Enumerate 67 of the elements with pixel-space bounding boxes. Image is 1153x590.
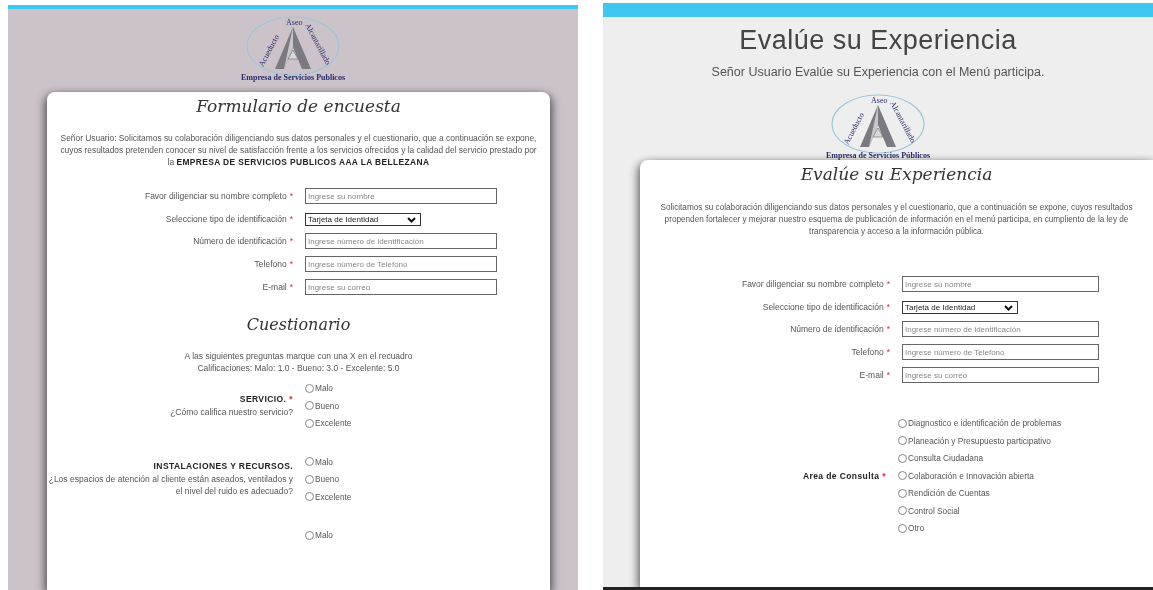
radio-button[interactable]: [898, 453, 907, 463]
field-label: Favor diligenciar su nombre completo *: [144, 191, 293, 201]
input-field[interactable]: Ingrese su nombre: [305, 188, 497, 204]
group-label: Area de Consulta *: [802, 470, 886, 481]
id-type-dropdown[interactable]: Tarjeta de Identidad: [902, 301, 1018, 314]
radio-option[interactable]: Bueno: [305, 473, 505, 486]
question-title: SERVICIO. *: [239, 393, 293, 404]
radio-option[interactable]: Malo: [305, 382, 505, 395]
field-label: Número de identificación *: [193, 236, 293, 246]
radio-button[interactable]: [898, 506, 907, 516]
question-title: INSTALACIONES Y RECURSOS.: [153, 461, 293, 472]
radio-button[interactable]: [898, 471, 907, 481]
radio-button[interactable]: [305, 530, 314, 540]
input-field[interactable]: Ingrese número de Telefono: [305, 256, 497, 272]
radio-button[interactable]: [898, 523, 907, 533]
field-label: Número de identificación *: [790, 324, 890, 334]
instructions-text: A las siguientes preguntas marque con una X en el recuadro Calificaciones: Malo: 1.0 - Bueno: 3.0 - Excelente: 5.0: [183, 350, 414, 374]
radio-option[interactable]: Otro: [898, 522, 1153, 535]
radio-option[interactable]: Bueno: [305, 399, 505, 412]
intro-text: Señor Usuario: Solicitamos su colaboración diligenciando sus datos personales y el cuestionario, que a continuación se expone, cuyos resultados pretenden conocer su nivel de satisfacción frente a los servicios ofrecidos y la calidad del servicio prestado por la EMPRESA DE SERVICIOS PUBLICOS AAA LA BELLEZANA: [59, 132, 538, 168]
radio-button[interactable]: [898, 436, 907, 446]
radio-option[interactable]: Malo: [305, 455, 505, 468]
form-title: Formulario de encuesta: [195, 96, 402, 116]
radio-option[interactable]: Colaboración e Innovación abierta: [898, 469, 1153, 482]
field-label: E-mail *: [262, 282, 293, 292]
radio-button[interactable]: [305, 383, 314, 393]
input-field[interactable]: Ingrese número de Telefono: [902, 344, 1099, 360]
field-label: Telefono *: [254, 259, 293, 269]
question-text: ¿Cómo califica nuestro servicio?: [169, 405, 293, 418]
radio-button[interactable]: [305, 492, 314, 502]
id-type-dropdown[interactable]: Tarjeta de Identidad: [305, 213, 421, 226]
input-field[interactable]: Ingrese su correo: [305, 279, 497, 295]
field-label: Seleccione tipo de identificación *: [165, 213, 293, 224]
chevron-down-icon: [1004, 304, 1013, 311]
section-title: Cuestionario: [245, 315, 352, 334]
field-label: Telefono *: [851, 347, 890, 357]
logo-caption: Empresa de Servicios Publicos: [240, 73, 346, 82]
radio-option[interactable]: Rendición de Cuentas: [898, 487, 1153, 500]
input-field[interactable]: Ingrese número de identificación: [902, 321, 1099, 337]
logo-caption: Empresa de Servicios Públicos: [825, 151, 931, 160]
page-subtitle: Señor Usuario Evalúe su Experiencia con el Menú participa.: [711, 65, 1045, 79]
radio-option[interactable]: Consulta Ciudadana: [898, 452, 1153, 465]
field-label: Seleccione tipo de identificación *: [762, 301, 890, 312]
radio-option[interactable]: Malo: [305, 529, 505, 542]
radio-option[interactable]: Control Social: [898, 504, 1153, 517]
input-field[interactable]: Ingrese su correo: [902, 367, 1099, 383]
radio-option[interactable]: Excelente: [305, 417, 505, 430]
intro-text: Solicitamos su colaboración diligenciando sus datos personales y el cuestionario, que a continuación se expone, cuyos resultados propenden fortalecer y mejorar nuestro esquema de publicación de información en el menú participa, en cumpliento de la ley de transparencia y acceso a la información pública.: [659, 202, 1134, 238]
input-field[interactable]: Ingrese su nombre: [902, 276, 1099, 292]
radio-option[interactable]: Excelente: [305, 490, 505, 503]
form-title: Evalúe su Experiencia: [799, 164, 994, 184]
radio-button[interactable]: [898, 418, 907, 428]
field-label: Favor diligenciar su nombre completo *: [741, 279, 890, 289]
logo-text: Aseo: [286, 18, 303, 27]
radio-button[interactable]: [305, 457, 314, 467]
question-text: ¿Los espacios de atención al cliente están aseados, ventilados y el nivel del ruido es adecuado?: [47, 473, 293, 498]
radio-option[interactable]: Diagnostico e identificación de problemas: [898, 417, 1153, 430]
radio-button[interactable]: [898, 488, 907, 498]
field-label: E-mail *: [859, 370, 890, 380]
radio-option[interactable]: Planeación y Presupuesto participativo: [898, 434, 1153, 447]
chevron-down-icon: [407, 216, 416, 223]
radio-button[interactable]: [305, 474, 314, 484]
input-field[interactable]: Ingrese número de identificación: [305, 233, 497, 249]
page-title: Evalúe su Experiencia: [739, 25, 1017, 56]
radio-button[interactable]: [305, 418, 314, 428]
radio-button[interactable]: [305, 401, 314, 411]
logo-text: Aseo: [871, 96, 888, 105]
